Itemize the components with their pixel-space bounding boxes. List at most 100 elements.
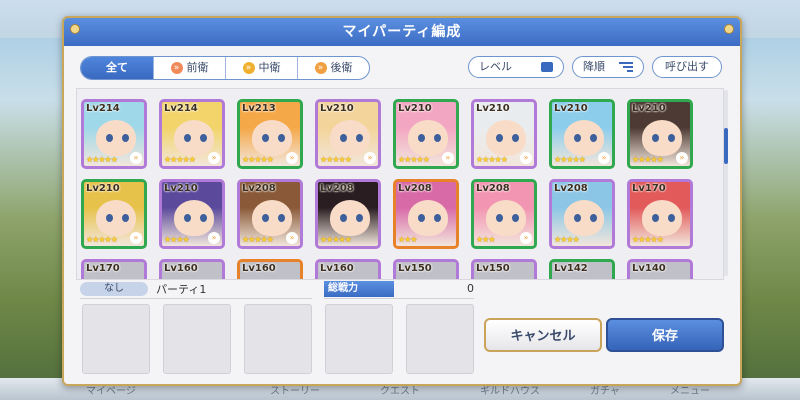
character-level: Lv170 <box>632 183 666 194</box>
scrollbar-thumb[interactable] <box>724 128 728 164</box>
star-rating: ★★★★ <box>164 235 190 244</box>
eye-icon <box>340 134 347 142</box>
character-level: Lv142 <box>554 263 588 274</box>
character-portrait <box>486 200 526 236</box>
chevron-right-icon: » <box>314 62 327 74</box>
character-card[interactable]: Lv142 <box>549 259 615 279</box>
character-portrait <box>330 200 370 236</box>
character-card[interactable]: Lv210 ★★★★★ » <box>315 99 381 169</box>
eye-icon <box>184 214 191 222</box>
character-level: Lv150 <box>476 263 510 274</box>
character-card[interactable]: Lv210 ★★★★★ » <box>471 99 537 169</box>
character-level: Lv208 <box>554 183 588 194</box>
character-level: Lv170 <box>86 263 120 274</box>
eye-icon <box>122 134 129 142</box>
party-name[interactable]: パーティ1 <box>156 281 206 297</box>
call-party-button[interactable]: 呼び出す <box>652 56 722 78</box>
eye-icon <box>434 214 441 222</box>
character-portrait <box>564 200 604 236</box>
eye-icon <box>668 134 675 142</box>
cancel-button[interactable]: キャンセル <box>484 318 602 352</box>
party-slot[interactable] <box>163 304 231 374</box>
character-card[interactable]: Lv160 <box>237 259 303 279</box>
sort-descending-icon <box>619 62 633 72</box>
character-portrait <box>96 120 136 156</box>
party-slot[interactable] <box>406 304 474 374</box>
eye-icon <box>356 134 363 142</box>
eye-icon <box>200 214 207 222</box>
eye-icon <box>434 134 441 142</box>
eye-icon <box>200 134 207 142</box>
chevron-right-icon: » <box>170 62 183 74</box>
total-power-label: 総戦力 <box>324 281 394 297</box>
dialog-title: マイパーティ編成 <box>64 18 740 46</box>
character-card[interactable]: Lv214 ★★★★★ » <box>81 99 147 169</box>
rank-chevron-icon: » <box>286 152 298 164</box>
character-card[interactable]: Lv160 <box>315 259 381 279</box>
character-level: Lv208 <box>320 183 354 194</box>
character-portrait <box>252 200 292 236</box>
character-card[interactable]: Lv208 ★★★ <box>393 179 459 249</box>
save-button[interactable]: 保存 <box>606 318 724 352</box>
tab-vanguard[interactable]: » 前衛 <box>153 57 225 79</box>
eye-icon <box>418 214 425 222</box>
character-card[interactable]: Lv170 <box>81 259 147 279</box>
tab-midguard[interactable]: » 中衛 <box>225 57 297 79</box>
character-level: Lv208 <box>242 183 276 194</box>
character-level: Lv160 <box>320 263 354 274</box>
character-card[interactable]: Lv210 ★★★★★ » <box>549 99 615 169</box>
character-level: Lv210 <box>476 103 510 114</box>
character-card[interactable]: Lv213 ★★★★★ » <box>237 99 303 169</box>
eye-icon <box>590 214 597 222</box>
tab-all[interactable]: 全て <box>81 57 153 79</box>
party-slot[interactable] <box>325 304 393 374</box>
character-card[interactable]: Lv210 ★★★★★ » <box>627 99 693 169</box>
sort-order-button[interactable]: 降順 <box>572 56 644 78</box>
character-level: Lv160 <box>242 263 276 274</box>
character-portrait <box>96 200 136 236</box>
character-card[interactable]: Lv208 ★★★ » <box>471 179 537 249</box>
character-card[interactable]: Lv210 ★★★★★ » <box>393 99 459 169</box>
character-portrait <box>252 120 292 156</box>
star-rating: ★★★★★ <box>632 235 664 244</box>
character-level: Lv160 <box>164 263 198 274</box>
character-level: Lv214 <box>164 103 198 114</box>
character-card[interactable]: Lv208 ★★★★★ <box>315 179 381 249</box>
character-card[interactable]: Lv150 <box>393 259 459 279</box>
character-card[interactable]: Lv140 <box>627 259 693 279</box>
character-card[interactable]: Lv170 ★★★★★ <box>627 179 693 249</box>
star-rating: ★★★★ <box>554 235 580 244</box>
character-card[interactable]: Lv214 ★★★★★ » <box>159 99 225 169</box>
eye-icon <box>262 134 269 142</box>
party-slot[interactable] <box>244 304 312 374</box>
character-card[interactable]: Lv210 ★★★★ » <box>159 179 225 249</box>
character-card[interactable]: Lv208 ★★★★★ » <box>237 179 303 249</box>
rank-chevron-icon: » <box>208 232 220 244</box>
character-card[interactable]: Lv208 ★★★★ <box>549 179 615 249</box>
rank-chevron-icon: » <box>598 152 610 164</box>
star-rating: ★★★★★ <box>242 155 274 164</box>
character-portrait <box>174 120 214 156</box>
character-level: Lv208 <box>398 183 432 194</box>
star-rating: ★★★★★ <box>398 155 430 164</box>
star-rating: ★★★★★ <box>554 155 586 164</box>
character-card[interactable]: Lv210 ★★★★★ » <box>81 179 147 249</box>
character-level: Lv210 <box>398 103 432 114</box>
eye-icon <box>106 134 113 142</box>
party-slot[interactable] <box>82 304 150 374</box>
divider <box>324 298 474 299</box>
chevron-right-icon: » <box>242 62 255 74</box>
tab-rearguard[interactable]: » 後衛 <box>297 57 369 79</box>
eye-icon <box>340 214 347 222</box>
sort-level-button[interactable]: レベル <box>468 56 564 78</box>
eye-icon <box>512 134 519 142</box>
character-card[interactable]: Lv160 <box>159 259 225 279</box>
character-level: Lv150 <box>398 263 432 274</box>
rank-chevron-icon: » <box>130 152 142 164</box>
star-rating: ★★★★★ <box>320 235 352 244</box>
rank-chevron-icon: » <box>130 232 142 244</box>
scrollbar-track[interactable] <box>724 90 728 276</box>
character-card[interactable]: Lv150 <box>471 259 537 279</box>
total-power-value: 0 <box>467 282 474 295</box>
eye-icon <box>574 214 581 222</box>
